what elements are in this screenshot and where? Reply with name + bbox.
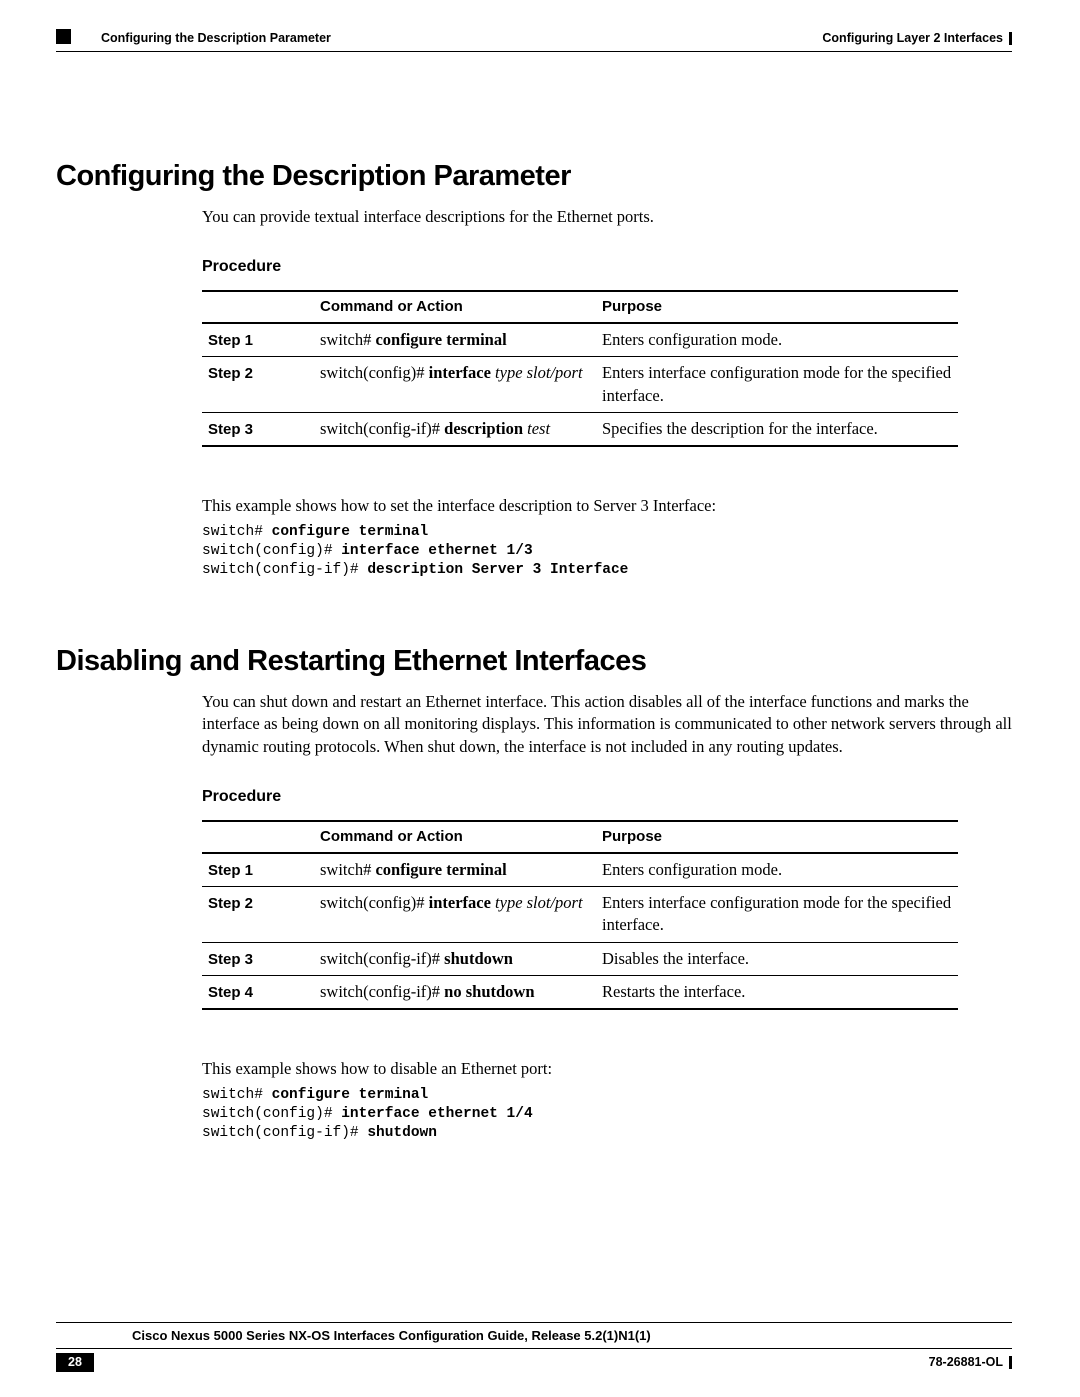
table-row: Step 3 switch(config-if)# shutdown Disab… [202, 942, 958, 975]
command-cell: switch(config)# interface type slot/port [314, 357, 596, 413]
purpose-cell: Enters interface configuration mode for … [596, 357, 958, 413]
purpose-cell: Restarts the interface. [596, 975, 958, 1009]
section2-cli: switch# configure terminal switch(config… [202, 1086, 1012, 1143]
table-row: Step 1 switch# configure terminal Enters… [202, 323, 958, 357]
command-cell: switch(config)# interface type slot/port [314, 887, 596, 943]
header-right-text: Configuring Layer 2 Interfaces [822, 30, 1003, 47]
step-label: Step 2 [208, 895, 253, 912]
table-header [202, 291, 314, 323]
header-tick-icon [1009, 32, 1012, 45]
section2-example-intro: This example shows how to disable an Eth… [202, 1058, 1012, 1080]
table-row: Step 4 switch(config-if)# no shutdown Re… [202, 975, 958, 1009]
section2-procedure-heading: Procedure [202, 786, 1012, 808]
purpose-cell: Enters interface configuration mode for … [596, 887, 958, 943]
table-header: Purpose [596, 291, 958, 323]
document-number: 78-26881-OL [929, 1354, 1003, 1371]
purpose-cell: Enters configuration mode. [596, 853, 958, 887]
command-cell: switch(config-if)# description test [314, 412, 596, 446]
step-label: Step 3 [208, 951, 253, 968]
header-left-text: Configuring the Description Parameter [101, 30, 331, 47]
section2-procedure-table: Command or Action Purpose Step 1 switch#… [202, 820, 958, 1011]
section2-title: Disabling and Restarting Ethernet Interf… [56, 642, 1012, 681]
section1-procedure-table: Command or Action Purpose Step 1 switch#… [202, 290, 958, 447]
section1-intro: You can provide textual interface descri… [202, 206, 1012, 228]
table-header: Command or Action [314, 291, 596, 323]
footer-guide-title: Cisco Nexus 5000 Series NX-OS Interfaces… [56, 1327, 1012, 1345]
section1-procedure-heading: Procedure [202, 256, 1012, 278]
footer-tick-icon [1009, 1356, 1012, 1369]
step-label: Step 1 [208, 332, 253, 349]
table-header: Purpose [596, 821, 958, 853]
purpose-cell: Disables the interface. [596, 942, 958, 975]
running-header: Configuring the Description Parameter Co… [56, 30, 1012, 47]
command-cell: switch# configure terminal [314, 323, 596, 357]
section1-title: Configuring the Description Parameter [56, 157, 1012, 196]
table-header [202, 821, 314, 853]
purpose-cell: Enters configuration mode. [596, 323, 958, 357]
table-row: Step 1 switch# configure terminal Enters… [202, 853, 958, 887]
purpose-cell: Specifies the description for the interf… [596, 412, 958, 446]
table-row: Step 2 switch(config)# interface type sl… [202, 887, 958, 943]
section2-intro: You can shut down and restart an Etherne… [202, 691, 1012, 758]
section1-cli: switch# configure terminal switch(config… [202, 523, 1012, 580]
command-cell: switch(config-if)# no shutdown [314, 975, 596, 1009]
command-cell: switch# configure terminal [314, 853, 596, 887]
section1-example-intro: This example shows how to set the interf… [202, 495, 1012, 517]
command-cell: switch(config-if)# shutdown [314, 942, 596, 975]
table-row: Step 2 switch(config)# interface type sl… [202, 357, 958, 413]
table-row: Step 3 switch(config-if)# description te… [202, 412, 958, 446]
header-marker-icon [56, 29, 71, 44]
running-footer: Cisco Nexus 5000 Series NX-OS Interfaces… [56, 1322, 1012, 1372]
step-label: Step 1 [208, 862, 253, 879]
step-label: Step 4 [208, 984, 253, 1001]
step-label: Step 3 [208, 421, 253, 438]
table-header: Command or Action [314, 821, 596, 853]
step-label: Step 2 [208, 365, 253, 382]
page-number: 28 [56, 1353, 94, 1372]
